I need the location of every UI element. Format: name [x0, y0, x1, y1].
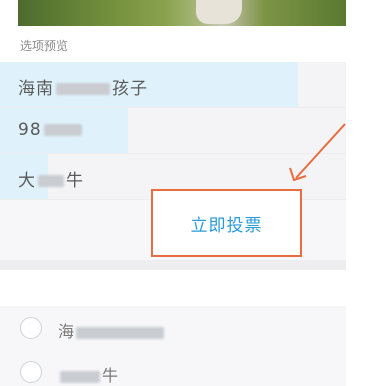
choice-label-start: 海 [58, 322, 75, 341]
redacted-text [76, 326, 165, 339]
radio-button[interactable] [20, 317, 42, 339]
option-preview-text: 大牛 [18, 166, 84, 191]
redacted-text [43, 124, 82, 136]
vote-now-button[interactable]: 立即投票 [151, 189, 302, 257]
vote-choice-row[interactable]: 牛 [0, 350, 346, 386]
redacted-text [60, 370, 100, 383]
option-label-start: 海南 [18, 79, 54, 99]
cover-photo [18, 0, 346, 26]
vote-choice-label: 牛 [58, 362, 118, 386]
option-label-start: 大 [18, 171, 36, 191]
option-preview-row: 98 [0, 108, 346, 154]
option-label-end: 牛 [66, 171, 84, 191]
radio-button[interactable] [20, 361, 42, 383]
photo-subject [196, 0, 242, 24]
option-preview-row: 海南 孩子 [0, 62, 346, 108]
section-divider [0, 260, 346, 270]
redacted-text [56, 83, 110, 95]
option-label-start: 98 [18, 120, 42, 140]
option-label-end: 孩子 [112, 79, 148, 99]
vote-choice-row[interactable]: 海 [0, 306, 346, 350]
redacted-text [38, 175, 64, 187]
options-preview-title: 选项预览 [20, 39, 69, 53]
vote-choice-label: 海 [58, 318, 166, 342]
options-preview-list: 海南 孩子 98 大牛 [0, 62, 346, 200]
vote-now-label: 立即投票 [190, 215, 263, 236]
option-preview-text: 海南 孩子 [18, 74, 148, 99]
choice-label-end: 牛 [102, 366, 119, 385]
vote-choice-list: 海 牛 [0, 306, 346, 386]
option-preview-text: 98 [18, 120, 84, 140]
